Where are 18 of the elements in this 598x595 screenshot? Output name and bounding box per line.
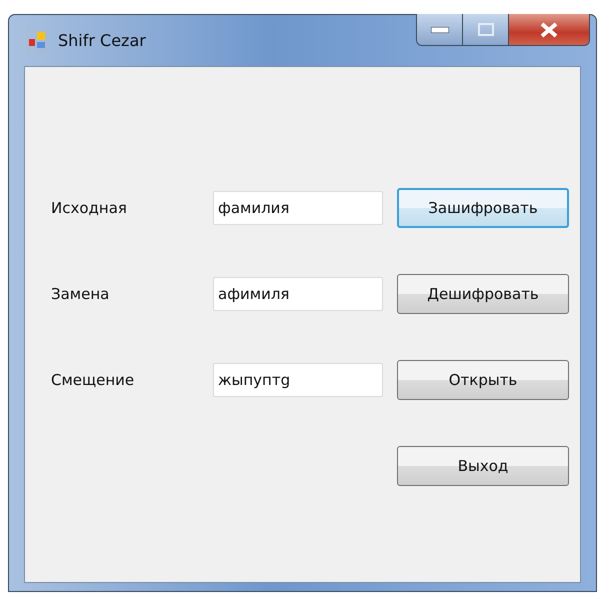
minimize-icon — [430, 26, 448, 32]
action-button[interactable]: Зашифровать — [397, 188, 569, 228]
window-title: Shifr Cezar — [58, 31, 146, 50]
maximize-button[interactable] — [463, 14, 509, 45]
minimize-button[interactable] — [417, 14, 463, 45]
close-icon — [539, 22, 559, 38]
maximize-icon — [478, 23, 494, 36]
app-icon — [26, 30, 48, 52]
exit-button[interactable]: Выход — [397, 446, 569, 486]
field-label: Смещение — [51, 371, 136, 389]
field-label: Замена — [51, 285, 110, 303]
action-button[interactable]: Открыть — [397, 360, 569, 400]
close-button[interactable] — [509, 14, 589, 45]
input-field[interactable]: жыпуптg — [213, 363, 383, 397]
field-label: Исходная — [51, 199, 128, 217]
action-button[interactable]: Дешифровать — [397, 274, 569, 314]
input-field[interactable]: афимиля — [213, 277, 383, 311]
input-field[interactable]: фамилия — [213, 191, 383, 225]
